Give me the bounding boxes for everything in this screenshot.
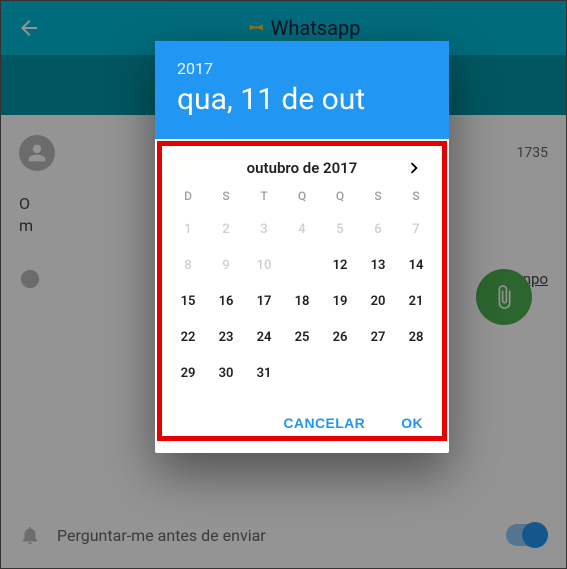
calendar-day: 8 bbox=[169, 247, 207, 283]
calendar-day[interactable]: 30 bbox=[207, 355, 245, 391]
calendar-day[interactable]: 16 bbox=[207, 283, 245, 319]
day-of-week-row: D S T Q Q S S bbox=[169, 185, 435, 211]
calendar-day: 3 bbox=[245, 211, 283, 247]
calendar-day: 4 bbox=[283, 211, 321, 247]
dow: S bbox=[359, 189, 397, 203]
dow: S bbox=[207, 189, 245, 203]
calendar-day[interactable]: 17 bbox=[245, 283, 283, 319]
calendar-day: 10 bbox=[245, 247, 283, 283]
calendar-day[interactable]: 29 bbox=[169, 355, 207, 391]
calendar-day[interactable]: 13 bbox=[359, 247, 397, 283]
calendar-day[interactable]: 25 bbox=[283, 319, 321, 355]
calendar-body: outubro de 2017 D S T Q Q S S 1234567891… bbox=[155, 139, 449, 395]
calendar-day: 5 bbox=[321, 211, 359, 247]
date-picker-dialog: 2017 qua, 11 de out outubro de 2017 D S … bbox=[155, 41, 449, 453]
calendar-day[interactable]: 21 bbox=[397, 283, 435, 319]
calendar-day: 9 bbox=[207, 247, 245, 283]
calendar-day[interactable]: 19 bbox=[321, 283, 359, 319]
month-label: outubro de 2017 bbox=[247, 159, 358, 177]
dialog-header: 2017 qua, 11 de out bbox=[155, 41, 449, 139]
calendar-day-empty bbox=[283, 355, 321, 391]
next-month-button[interactable] bbox=[403, 157, 425, 179]
dow: S bbox=[397, 189, 435, 203]
calendar-day: 7 bbox=[397, 211, 435, 247]
calendar-day: 2 bbox=[207, 211, 245, 247]
cancel-button[interactable]: CANCELAR bbox=[279, 409, 369, 437]
calendar-week: 293031 bbox=[169, 355, 435, 391]
dialog-actions: CANCELAR OK bbox=[155, 395, 449, 453]
dow: T bbox=[245, 189, 283, 203]
calendar-day: 1 bbox=[169, 211, 207, 247]
calendar-week: 891011121314 bbox=[169, 247, 435, 283]
calendar-week: 15161718192021 bbox=[169, 283, 435, 319]
calendar-grid: 1234567891011121314151617181920212223242… bbox=[169, 211, 435, 391]
calendar-day-selected[interactable]: 11 bbox=[283, 247, 321, 283]
calendar-day-empty bbox=[397, 355, 435, 391]
dow: Q bbox=[321, 189, 359, 203]
dow: D bbox=[169, 189, 207, 203]
calendar-day[interactable]: 23 bbox=[207, 319, 245, 355]
calendar-day[interactable]: 18 bbox=[283, 283, 321, 319]
calendar-day[interactable]: 12 bbox=[321, 247, 359, 283]
calendar-day[interactable]: 28 bbox=[397, 319, 435, 355]
calendar-day[interactable]: 22 bbox=[169, 319, 207, 355]
calendar-day[interactable]: 31 bbox=[245, 355, 283, 391]
calendar-day-empty bbox=[321, 355, 359, 391]
calendar-day[interactable]: 20 bbox=[359, 283, 397, 319]
header-year[interactable]: 2017 bbox=[177, 59, 427, 78]
dow: Q bbox=[283, 189, 321, 203]
calendar-day[interactable]: 24 bbox=[245, 319, 283, 355]
header-date[interactable]: qua, 11 de out bbox=[177, 82, 427, 117]
calendar-day[interactable]: 15 bbox=[169, 283, 207, 319]
calendar-week: 22232425262728 bbox=[169, 319, 435, 355]
month-nav: outubro de 2017 bbox=[169, 149, 435, 185]
calendar-day[interactable]: 26 bbox=[321, 319, 359, 355]
calendar-day-empty bbox=[359, 355, 397, 391]
chevron-right-icon bbox=[403, 157, 425, 179]
calendar-day[interactable]: 27 bbox=[359, 319, 397, 355]
calendar-day: 6 bbox=[359, 211, 397, 247]
calendar-week: 1234567 bbox=[169, 211, 435, 247]
calendar-day[interactable]: 14 bbox=[397, 247, 435, 283]
ok-button[interactable]: OK bbox=[397, 409, 427, 437]
